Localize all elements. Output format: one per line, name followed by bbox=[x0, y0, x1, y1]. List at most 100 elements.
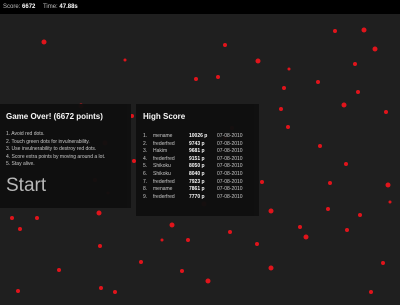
red-dot bbox=[18, 227, 22, 231]
red-dot bbox=[385, 182, 391, 188]
red-dot bbox=[344, 162, 348, 166]
red-dot bbox=[369, 290, 373, 294]
time-value: 47.88s bbox=[59, 4, 78, 10]
red-dot bbox=[139, 260, 143, 264]
score-name-cell: Hakim bbox=[153, 148, 168, 155]
score-name-cell: mename bbox=[153, 186, 173, 193]
red-dot bbox=[180, 269, 184, 273]
score-points-cell: 7861 p bbox=[189, 186, 205, 193]
red-dot bbox=[287, 67, 291, 71]
high-score-table: 1. mename 10026 p 07-08-2010 2. frederfred 974… bbox=[143, 133, 251, 201]
red-dot bbox=[358, 213, 362, 217]
score-name-cell: mename bbox=[153, 133, 173, 139]
score-date-cell: 07-08-2010 bbox=[217, 170, 243, 177]
red-dot bbox=[160, 238, 164, 242]
red-dot bbox=[186, 238, 190, 242]
table-row: 4. frederfred 9151 p 07-08-2010 bbox=[143, 156, 251, 164]
score-rank-cell: 9. bbox=[143, 193, 148, 200]
score-date-cell: 07-08-2010 bbox=[217, 178, 243, 185]
score-rank-cell: 8. bbox=[143, 186, 148, 193]
start-button[interactable]: Start bbox=[6, 175, 46, 197]
score-name-cell: frederfred bbox=[153, 193, 175, 200]
table-row: 7. frederfred 7923 p 07-08-2010 bbox=[143, 179, 251, 187]
score-date-cell: 07-08-2010 bbox=[217, 186, 243, 193]
rules-list: 1. Avoid red dots. 2. Touch green dots f… bbox=[6, 131, 125, 169]
red-dot bbox=[41, 39, 47, 45]
red-dot bbox=[169, 222, 175, 228]
score-points-cell: 10026 p bbox=[189, 133, 208, 139]
table-row: 8. mename 7861 p 07-08-2010 bbox=[143, 186, 251, 194]
score-points-cell: 9681 p bbox=[189, 148, 205, 155]
score-points-cell: 9151 p bbox=[189, 155, 205, 162]
score-points-cell: 8040 p bbox=[189, 170, 205, 177]
red-dot bbox=[361, 27, 367, 33]
score-rank-cell: 5. bbox=[143, 163, 148, 170]
score-date-cell: 07-08-2010 bbox=[217, 148, 243, 155]
table-row: 6. Shikoku 8040 p 07-08-2010 bbox=[143, 171, 251, 179]
red-dot bbox=[205, 278, 211, 284]
score-name-cell: frederfred bbox=[153, 178, 175, 185]
table-row: 9. frederfred 7770 p 07-08-2010 bbox=[143, 194, 251, 202]
score-points-cell: 7923 p bbox=[189, 178, 205, 185]
score-rank-cell: 2. bbox=[143, 140, 148, 147]
table-row: 5. Shikoku 8050 p 07-08-2010 bbox=[143, 163, 251, 171]
red-dot bbox=[194, 77, 198, 81]
red-dot bbox=[98, 244, 102, 248]
rule-item: 4. Score extra points by moving around a… bbox=[6, 153, 106, 160]
score-name-cell: frederfred bbox=[153, 155, 175, 162]
red-dot bbox=[255, 58, 261, 64]
score-label: Score: bbox=[3, 4, 21, 10]
red-dot bbox=[260, 180, 264, 184]
red-dot bbox=[345, 228, 349, 232]
red-dot bbox=[282, 86, 286, 90]
red-dot bbox=[326, 207, 330, 211]
red-dot bbox=[96, 210, 102, 216]
time-label: Time: bbox=[42, 4, 58, 10]
red-dot bbox=[255, 242, 259, 246]
red-dot bbox=[353, 62, 357, 66]
score-name-cell: Shikoku bbox=[153, 170, 171, 177]
red-dot bbox=[35, 216, 39, 220]
red-dot bbox=[16, 289, 20, 293]
red-dot bbox=[384, 110, 388, 114]
game-over-title: Game Over! (6672 points) bbox=[6, 112, 103, 121]
status-bar: Score: 6672 Time: 47.88s bbox=[0, 0, 400, 14]
score-name-cell: frederfred bbox=[153, 140, 175, 147]
table-row: 1. mename 10026 p 07-08-2010 bbox=[143, 133, 251, 141]
red-dot bbox=[333, 29, 337, 33]
rule-item: 2. Touch green dots for invulnerability. bbox=[6, 138, 90, 145]
red-dot bbox=[316, 80, 320, 84]
score-points-cell: 8050 p bbox=[189, 163, 205, 170]
table-row: 2. frederfred 9743 p 07-08-2010 bbox=[143, 141, 251, 149]
high-score-panel: High Score 1. mename 10026 p 07-08-2010 2. fr… bbox=[136, 104, 259, 216]
red-dot bbox=[123, 58, 127, 62]
score-rank-cell: 3. bbox=[143, 148, 148, 155]
rule-item: 1. Avoid red dots. bbox=[6, 131, 45, 137]
red-dot bbox=[328, 181, 332, 185]
red-dot bbox=[388, 200, 392, 204]
red-dot bbox=[113, 290, 117, 294]
score-rank-cell: 4. bbox=[143, 155, 148, 162]
red-dot bbox=[268, 265, 274, 271]
score-points-cell: 7770 p bbox=[189, 193, 205, 200]
red-dot bbox=[303, 234, 309, 240]
score-date-cell: 07-08-2010 bbox=[217, 155, 243, 162]
score-rank-cell: 1. bbox=[143, 133, 148, 139]
red-dot bbox=[57, 268, 61, 272]
red-dot bbox=[381, 261, 385, 265]
score-name-cell: Shikoku bbox=[153, 163, 171, 170]
red-dot bbox=[298, 225, 302, 229]
red-dot bbox=[228, 230, 232, 234]
rule-item: 5. Stay alive. bbox=[6, 161, 35, 167]
score-points-cell: 9743 p bbox=[189, 140, 205, 147]
red-dot bbox=[372, 46, 378, 52]
game-over-panel: Game Over! (6672 points) 1. Avoid red do… bbox=[0, 104, 131, 208]
table-row: 3. Hakim 9681 p 07-08-2010 bbox=[143, 148, 251, 156]
score-date-cell: 07-08-2010 bbox=[217, 140, 243, 147]
red-dot bbox=[341, 102, 347, 108]
red-dot bbox=[10, 216, 14, 220]
score-date-cell: 07-08-2010 bbox=[217, 163, 243, 170]
red-dot bbox=[318, 144, 322, 148]
rule-item: 3. Use invulnerability to destroy red do… bbox=[6, 146, 97, 152]
red-dot bbox=[223, 43, 227, 47]
